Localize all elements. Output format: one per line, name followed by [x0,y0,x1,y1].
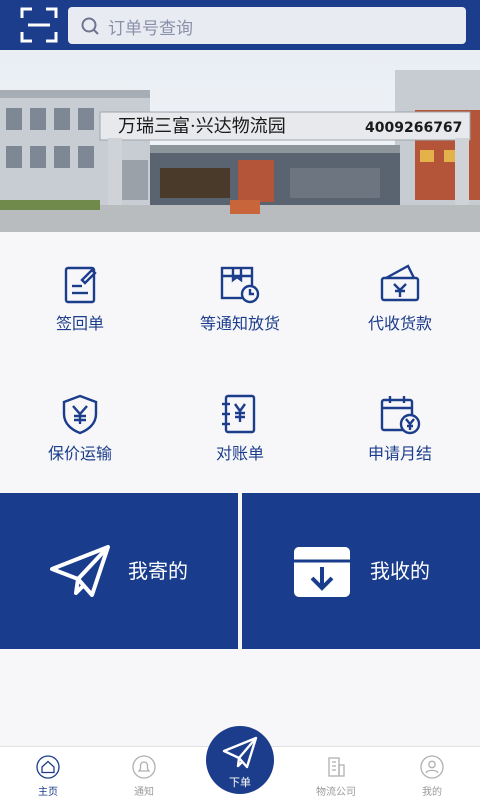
user-icon [420,755,444,779]
tile-sent[interactable]: 我寄的 [0,493,238,649]
tab-label: 通知 [134,787,154,798]
paper-plane-icon [50,545,110,597]
func-label: 保价运输 [47,444,112,463]
tile-received[interactable]: 我收的 [242,493,480,649]
box-clock-icon [220,266,260,304]
func-label: 对账单 [215,444,264,463]
search-placeholder: 订单号查询 [108,19,193,39]
wallet-yuan-icon [380,264,420,302]
func-signed-receipt[interactable]: 签回单 [0,232,160,362]
tile-label: 我寄的 [128,559,188,583]
calendar-yuan-icon [380,396,421,435]
banner-sign-text: 万瑞三富·兴达物流园 [118,116,286,137]
func-statement[interactable]: 对账单 [160,362,320,492]
func-insured[interactable]: 保价运输 [0,362,160,492]
top-bar: 订单号查询 [0,0,480,50]
func-monthly[interactable]: 申请月结 [320,362,480,492]
home-icon [36,755,60,779]
bell-icon [132,755,156,779]
tab-home[interactable]: 主页 [0,747,96,801]
logistics-park-photo: 万瑞三富·兴达物流园 4009266767 [0,50,480,232]
search-icon [81,17,99,35]
tab-mine[interactable]: 我的 [384,747,480,801]
func-label: 签回单 [55,314,104,333]
order-label: 下单 [229,776,251,789]
tab-label: 主页 [38,787,58,798]
banner-phone: 4009266767 [365,120,462,136]
signed-receipt-icon [64,266,97,304]
building-icon [328,757,345,777]
func-wait-release[interactable]: 等通知放货 [160,232,320,362]
tab-label: 物流公司 [316,787,356,798]
function-grid: 签回单 等通知放货 代收货款 保价运输 对账单 申请月结 [0,232,480,492]
tab-notify[interactable]: 通知 [96,747,192,801]
notebook-yuan-icon [222,394,256,434]
scan-icon[interactable] [20,7,58,43]
order-button[interactable]: 下单 [206,726,274,794]
func-label: 申请月结 [367,444,432,463]
banner-image[interactable]: 万瑞三富·兴达物流园 4009266767 [0,50,480,232]
tab-logistics[interactable]: 物流公司 [288,747,384,801]
tab-label: 我的 [422,787,442,798]
box-download-icon [294,547,350,597]
func-label: 代收货款 [367,314,432,333]
paper-plane-icon [222,736,258,769]
shield-yuan-icon [62,394,98,435]
func-cod[interactable]: 代收货款 [320,232,480,362]
tile-label: 我收的 [370,559,430,583]
search-input[interactable]: 订单号查询 [68,7,466,44]
func-label: 等通知放货 [199,314,280,333]
